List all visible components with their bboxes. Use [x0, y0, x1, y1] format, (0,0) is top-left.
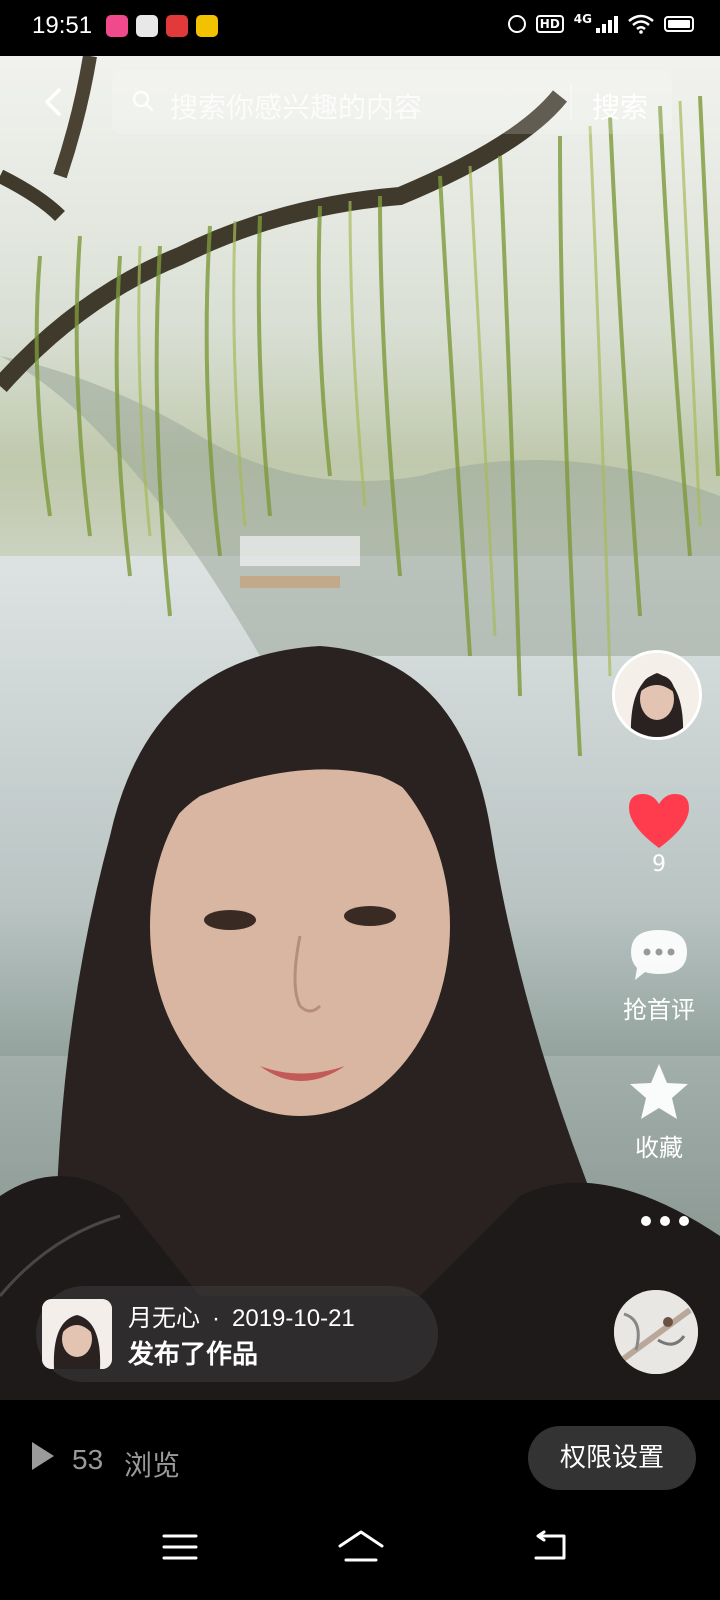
hd-icon: HD — [535, 15, 564, 33]
app-notification-icon — [166, 15, 188, 37]
search-field[interactable]: 搜索你感兴趣的内容 搜索 — [112, 70, 672, 134]
post-author-avatar — [42, 1299, 112, 1369]
battery-icon — [664, 16, 694, 32]
comment-bubble-icon — [631, 930, 687, 980]
music-cover-image — [614, 1290, 698, 1374]
author-name[interactable]: 月无心 — [128, 1305, 200, 1332]
avatar-image — [615, 653, 699, 737]
signal-icon — [596, 15, 618, 33]
more-options-icon[interactable] — [638, 1214, 692, 1228]
star-icon — [630, 1064, 688, 1119]
back-arrow-icon[interactable] — [40, 88, 68, 116]
person-image — [0, 646, 720, 1400]
wifi-icon — [628, 14, 654, 34]
search-icon — [132, 90, 154, 112]
post-action-text: 发布了作品 — [128, 1340, 259, 1370]
video-player[interactable] — [0, 56, 720, 1400]
views-count: 53 — [72, 1444, 104, 1475]
like-button[interactable]: 9 — [624, 790, 694, 877]
permission-settings-button[interactable]: 权限设置 — [528, 1426, 696, 1490]
search-input[interactable]: 搜索你感兴趣的内容 — [170, 86, 422, 126]
comment-label: 抢首评 — [623, 996, 695, 1024]
status-indicators: HD 4G — [507, 12, 694, 34]
favorite-button[interactable]: 收藏 — [624, 1062, 694, 1163]
app-notification-icon — [136, 15, 158, 37]
heart-icon — [629, 794, 689, 848]
menu-icon[interactable] — [162, 1532, 198, 1562]
comment-button[interactable]: 抢首评 — [616, 926, 702, 1025]
search-button[interactable]: 搜索 — [592, 86, 648, 126]
post-meta: 月无心 · 2019-10-21 — [128, 1298, 355, 1333]
post-info-card[interactable]: 月无心 · 2019-10-21 发布了作品 — [36, 1286, 438, 1382]
system-nav-bar — [0, 1496, 720, 1600]
play-icon — [32, 1442, 54, 1470]
music-disc[interactable] — [614, 1290, 698, 1374]
avatar-thumbnail-image — [42, 1299, 112, 1369]
network-type: 4G — [573, 12, 592, 26]
views-label: 浏览 — [124, 1449, 181, 1482]
search-divider — [570, 84, 572, 120]
favorite-label: 收藏 — [635, 1134, 683, 1162]
like-count: 9 — [652, 852, 666, 877]
home-icon[interactable] — [336, 1528, 386, 1564]
status-time: 19:51 — [32, 12, 93, 39]
bottom-info-bar: 53 浏览 权限设置 — [0, 1400, 720, 1496]
search-header: 搜索你感兴趣的内容 搜索 — [0, 66, 720, 138]
app-notification-icon — [196, 15, 218, 37]
meta-separator: · — [212, 1305, 220, 1332]
back-icon[interactable] — [530, 1530, 568, 1562]
status-bar: 19:51 HD 4G — [0, 0, 720, 56]
post-date: 2019-10-21 — [232, 1305, 355, 1332]
app-notification-icon — [106, 15, 128, 37]
notification-icons — [106, 15, 218, 37]
author-avatar[interactable] — [612, 650, 702, 740]
alarm-icon — [507, 15, 526, 33]
